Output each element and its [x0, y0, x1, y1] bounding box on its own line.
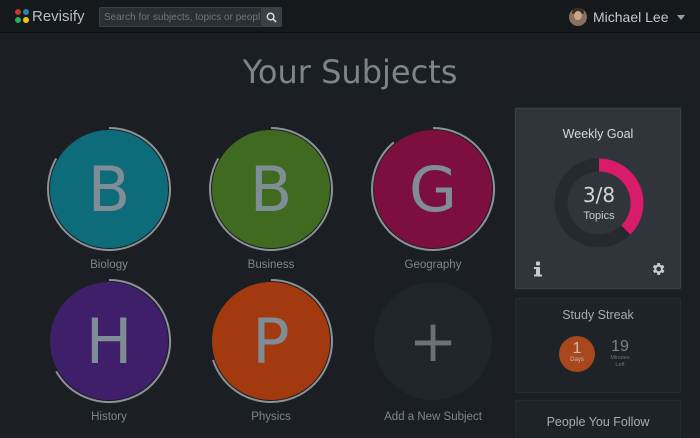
- streak-minutes-value: 19: [611, 338, 629, 355]
- subject-name: Business: [247, 259, 295, 271]
- revisify-logo-icon[interactable]: [14, 7, 34, 27]
- streak-days-value: 1: [572, 340, 582, 357]
- user-menu[interactable]: Michael Lee: [569, 6, 685, 28]
- subject-card-geography[interactable]: G Geography: [368, 124, 498, 274]
- study-streak-card: Study Streak 1 Days 19 Minutes Left: [515, 298, 681, 393]
- user-name: Michael Lee: [593, 9, 669, 25]
- weekly-goal-unit: Topics: [583, 210, 615, 222]
- weekly-goal-value: 3/8: [582, 183, 616, 207]
- progress-ring: [55, 279, 172, 403]
- subject-card-history[interactable]: H History: [44, 276, 174, 426]
- people-you-follow-card: People You Follow: [515, 400, 681, 438]
- progress-ring: [47, 127, 172, 251]
- search-box: [99, 7, 282, 27]
- add-subject-label: Add a New Subject: [384, 411, 482, 423]
- subject-name: Geography: [404, 259, 462, 271]
- search-input[interactable]: [104, 10, 260, 24]
- subject-card-physics[interactable]: P Physics: [206, 276, 336, 426]
- people-you-follow-title: People You Follow: [546, 415, 650, 429]
- streak-minutes-label: Minutes: [610, 355, 630, 361]
- info-icon[interactable]: [531, 261, 545, 277]
- add-subject-circle: +: [374, 282, 492, 400]
- progress-ring: [212, 279, 333, 403]
- weekly-goal-title: Weekly Goal: [562, 127, 634, 141]
- study-streak-title: Study Streak: [562, 308, 634, 322]
- streak-days-label: Days: [570, 357, 584, 363]
- subject-name: Physics: [251, 411, 291, 423]
- avatar: [569, 8, 587, 26]
- top-bar: Revisify Michael Lee: [0, 0, 700, 33]
- streak-minutes-label-left: Left: [615, 362, 625, 368]
- subject-card-biology[interactable]: B Biology: [44, 124, 174, 274]
- page-title: Your Subjects: [242, 53, 458, 91]
- progress-ring: [209, 127, 334, 251]
- search-button[interactable]: [261, 8, 281, 26]
- add-subject-button[interactable]: + Add a New Subject: [368, 276, 498, 426]
- plus-icon: +: [408, 307, 458, 375]
- app-name[interactable]: Revisify: [32, 8, 85, 25]
- search-icon: [266, 12, 277, 23]
- chevron-down-icon: [676, 14, 685, 20]
- subject-card-business[interactable]: B Business: [206, 124, 336, 274]
- streak-minutes: 19 Minutes Left: [602, 338, 638, 369]
- gear-icon[interactable]: [650, 261, 666, 277]
- progress-ring: [371, 127, 496, 251]
- weekly-goal-card: Weekly Goal 3/8 Topics: [515, 108, 681, 289]
- subject-name: Biology: [90, 259, 128, 271]
- streak-days-badge: 1 Days: [559, 336, 595, 372]
- subject-name: History: [91, 411, 127, 423]
- subjects-grid: B Biology B Business G Geography H Histo…: [24, 118, 504, 438]
